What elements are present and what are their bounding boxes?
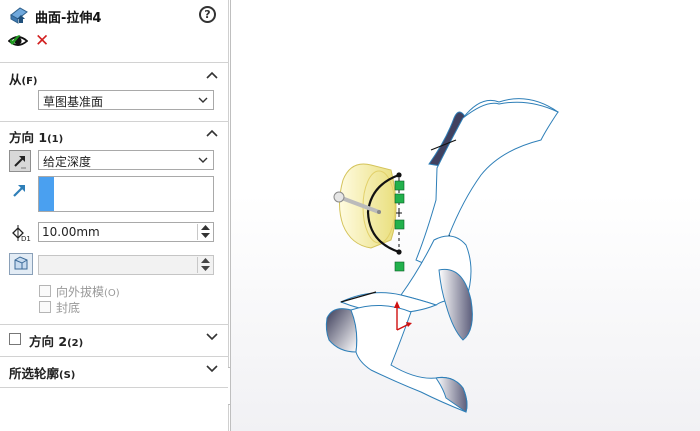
direction1-group-title: 方向 1(1) — [9, 127, 63, 146]
cap-end-label: 封底 — [56, 301, 81, 315]
from-shortcut: (F) — [21, 76, 38, 87]
divider — [0, 62, 229, 63]
spin-down-icon[interactable] — [201, 266, 210, 272]
chevron-up-icon[interactable] — [206, 71, 218, 79]
direction2-group-header[interactable]: 方向 2(2) — [23, 329, 220, 349]
from-group-header[interactable]: 从(F) — [8, 67, 220, 87]
chevron-down-icon[interactable] — [206, 333, 218, 341]
chevron-up-icon[interactable] — [206, 129, 218, 137]
from-select-value: 草图基准面 — [43, 95, 104, 109]
spin-up-icon[interactable] — [201, 258, 210, 264]
divider — [0, 387, 229, 388]
reverse-direction-icon — [14, 156, 26, 169]
graphics-viewport[interactable] — [230, 0, 700, 431]
selected-contours-title: 所选轮廓 — [9, 366, 60, 381]
selected-contours-group-header[interactable]: 所选轮廓(S) — [8, 361, 220, 381]
direction1-group-header[interactable]: 方向 1(1) — [8, 125, 220, 145]
draft-outward-label: 向外拔模(O) — [56, 283, 120, 300]
depth-value: 10.00mm — [42, 225, 100, 239]
depth-input[interactable]: 10.00mm — [38, 222, 214, 242]
divider — [0, 356, 229, 357]
end-condition-value: 给定深度 — [43, 155, 92, 169]
ok-button[interactable]: ✔ — [8, 31, 22, 51]
spin-down-icon[interactable] — [201, 233, 210, 239]
draft-icon — [14, 256, 28, 270]
cancel-button[interactable]: ✕ — [35, 31, 49, 51]
draft-toggle-button[interactable] — [9, 253, 33, 275]
selected-contours-shortcut: (S) — [59, 370, 76, 381]
draft-outward-text: 向外拔模 — [56, 285, 105, 299]
property-manager-panel: 曲面-拉伸4 ? ✔ ✕ 从(F) 草图基准面 方向 1(1) 给定深度 D1 … — [0, 0, 229, 431]
from-select[interactable]: 草图基准面 — [38, 90, 214, 110]
sketch-relation-markers — [394, 180, 405, 272]
chevron-down-icon[interactable] — [206, 365, 218, 373]
direction1-title: 方向 1 — [9, 130, 48, 145]
direction2-title: 方向 2 — [29, 334, 68, 349]
model-scene — [325, 98, 560, 413]
direction2-checkbox[interactable] — [9, 333, 21, 345]
end-condition-select[interactable]: 给定深度 — [38, 150, 214, 170]
draft-spinner[interactable] — [197, 257, 212, 273]
cap-end-checkbox[interactable] — [39, 301, 51, 313]
selected-contours-group-title: 所选轮廓(S) — [9, 363, 75, 382]
divider — [0, 121, 229, 122]
direction2-shortcut: (2) — [67, 338, 84, 349]
draft-angle-input[interactable] — [38, 255, 214, 275]
from-group-title: 从(F) — [9, 69, 38, 88]
svg-text:D1: D1 — [21, 235, 31, 242]
spin-up-icon[interactable] — [201, 225, 210, 231]
direction1-shortcut: (1) — [47, 134, 64, 145]
extruded-surface-icon — [10, 7, 28, 24]
draft-outward-checkbox[interactable] — [39, 285, 51, 297]
reverse-direction-button[interactable] — [9, 150, 31, 172]
direction-arrow-icon — [13, 185, 25, 197]
depth-icon: D1 — [12, 225, 31, 242]
direction2-group-title: 方向 2(2) — [29, 331, 83, 350]
depth-spinner[interactable] — [197, 224, 212, 240]
action-row: ✔ ✕ — [7, 31, 108, 51]
feature-header: 曲面-拉伸4 ? — [8, 4, 220, 26]
direction-reference-field[interactable] — [38, 176, 214, 212]
from-title: 从 — [9, 72, 22, 87]
chevron-down-icon — [198, 157, 208, 163]
selection-indicator — [39, 177, 54, 211]
chevron-down-icon — [198, 97, 208, 103]
divider — [0, 324, 229, 325]
feature-title: 曲面-拉伸4 — [35, 11, 102, 26]
draft-outward-shortcut: (O) — [104, 288, 120, 299]
help-icon[interactable]: ? — [199, 6, 216, 23]
